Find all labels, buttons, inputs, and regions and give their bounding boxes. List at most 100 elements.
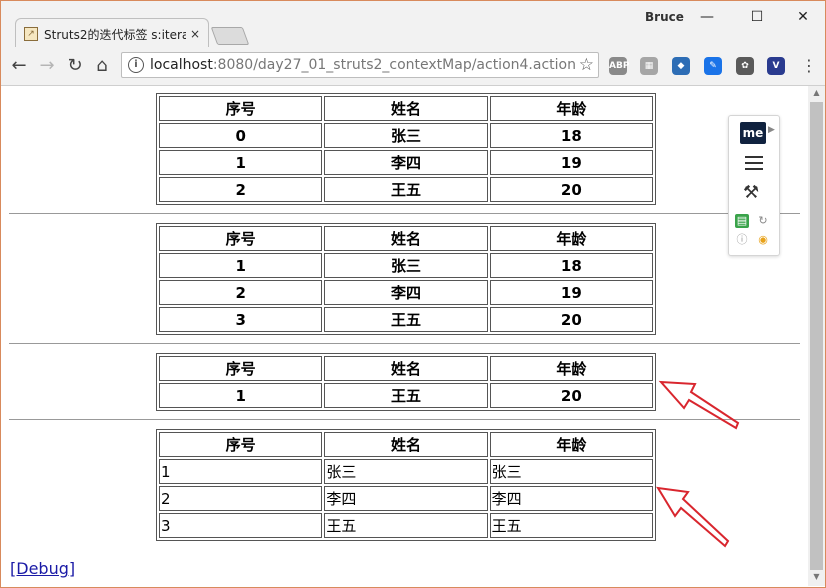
maximize-button[interactable]: ☐ (745, 7, 769, 27)
table-cell: 王五 (324, 177, 488, 202)
table-cell: 张三 (324, 459, 488, 484)
horizontal-rule (9, 343, 800, 344)
column-header: 姓名 (324, 356, 488, 381)
column-header: 序号 (159, 96, 323, 121)
iterator-table-2: 序号 姓名 年龄 1 张三 18 2 李四 19 3 王五 20 (156, 223, 656, 335)
table-cell: 18 (489, 123, 653, 148)
table-cell: 李四 (324, 150, 488, 175)
new-tab-button[interactable] (210, 27, 250, 45)
title-bar: ↗ Struts2的迭代标签 s:itera × Bruce — ☐ ✕ (1, 1, 825, 49)
grid-icon[interactable]: ▦ (640, 57, 658, 75)
table-cell: 3 (159, 513, 323, 538)
expand-arrow-icon[interactable]: ▶ (768, 125, 775, 135)
site-info-icon[interactable]: i (128, 57, 144, 73)
bookmark-star-icon[interactable]: ☆ (579, 55, 594, 75)
horizontal-rule (9, 213, 800, 214)
forward-button[interactable]: → (36, 55, 58, 77)
close-window-button[interactable]: ✕ (791, 7, 815, 27)
annotation-arrow-icon (656, 486, 730, 548)
table-header-row: 序号 姓名 年龄 (159, 96, 653, 121)
annotation-arrow-icon (658, 380, 740, 430)
column-header: 年龄 (489, 96, 653, 121)
me-logo-icon[interactable]: me (740, 122, 766, 144)
column-header: 年龄 (489, 432, 653, 457)
scroll-thumb[interactable] (810, 102, 823, 570)
table-cell: 1 (159, 150, 323, 175)
table-cell: 张三 (324, 253, 488, 278)
table-row: 1 李四 19 (159, 150, 653, 175)
iterator-table-4: 序号 姓名 年龄 1 张三 张三 2 李四 李四 3 王五 王五 (156, 429, 656, 541)
browser-toolbar: ← → ↻ ⌂ i localhost:8080/day27_01_struts… (1, 47, 825, 86)
table-header-row: 序号 姓名 年龄 (159, 356, 653, 381)
column-header: 姓名 (324, 432, 488, 457)
table-header-row: 序号 姓名 年龄 (159, 226, 653, 251)
tab-close-icon[interactable]: × (190, 27, 200, 41)
table-cell: 3 (159, 307, 323, 332)
table-cell: 王五 (324, 307, 488, 332)
table-row: 2 王五 20 (159, 177, 653, 202)
v-shield-icon[interactable]: V (767, 57, 785, 75)
table-cell: 19 (489, 150, 653, 175)
table-cell: 2 (159, 486, 323, 511)
info-icon[interactable]: ⓘ (735, 233, 749, 247)
iterator-table-1: 序号 姓名 年龄 0 张三 18 1 李四 19 2 王五 20 (156, 93, 656, 205)
column-header: 姓名 (324, 96, 488, 121)
table-row: 2 李四 李四 (159, 486, 653, 511)
table-row: 1 张三 18 (159, 253, 653, 278)
table-row: 1 张三 张三 (159, 459, 653, 484)
scroll-up-arrow-icon[interactable]: ▲ (808, 88, 825, 100)
back-button[interactable]: ← (8, 55, 30, 77)
minimize-button[interactable]: — (695, 7, 719, 27)
table-cell: 李四 (489, 486, 653, 511)
column-header: 序号 (159, 226, 323, 251)
column-header: 序号 (159, 356, 323, 381)
table-cell: 王五 (324, 383, 488, 408)
cast-icon[interactable]: ▤ (735, 214, 749, 228)
table-cell: 2 (159, 280, 323, 305)
table-row: 3 王五 王五 (159, 513, 653, 538)
eye-icon[interactable]: ◉ (756, 233, 770, 247)
adblock-plus-icon[interactable]: ABP (609, 57, 629, 75)
magic-wand-icon[interactable]: ⚒ (743, 182, 759, 203)
table-row: 2 李四 19 (159, 280, 653, 305)
refresh-icon[interactable]: ↻ (756, 214, 770, 228)
scroll-down-arrow-icon[interactable]: ▼ (808, 572, 825, 584)
browser-menu-icon[interactable]: ⋮ (801, 55, 817, 77)
home-button[interactable]: ⌂ (91, 55, 113, 77)
table-cell: 王五 (324, 513, 488, 538)
column-header: 姓名 (324, 226, 488, 251)
page-content: 序号 姓名 年龄 0 张三 18 1 李四 19 2 王五 20 序号 姓名 年… (1, 86, 807, 586)
table-cell: 1 (159, 459, 323, 484)
tab-title: Struts2的迭代标签 s:itera (44, 27, 186, 42)
table-cell: 19 (489, 280, 653, 305)
table-row: 3 王五 20 (159, 307, 653, 332)
graduation-cap-icon[interactable]: ◆ (672, 57, 690, 75)
table-cell: 张三 (324, 123, 488, 148)
profile-name[interactable]: Bruce (645, 10, 684, 24)
address-bar[interactable]: i localhost:8080/day27_01_struts2_contex… (121, 52, 599, 78)
reload-button[interactable]: ↻ (64, 55, 86, 77)
table-cell: 1 (159, 253, 323, 278)
horizontal-rule (9, 419, 800, 420)
hamburger-menu-icon[interactable] (745, 156, 763, 174)
table-cell: 18 (489, 253, 653, 278)
url-text[interactable]: localhost:8080/day27_01_struts2_contextM… (150, 57, 576, 73)
evernote-icon[interactable]: ✿ (736, 57, 754, 75)
column-header: 年龄 (489, 356, 653, 381)
page-favicon-icon: ↗ (24, 27, 38, 41)
table-cell: 李四 (324, 280, 488, 305)
extension-side-panel: me ▶ ⚒ ▤ ↻ ⓘ ◉ (728, 115, 780, 256)
vertical-scrollbar[interactable]: ▲ ▼ (808, 86, 825, 586)
table-row: 0 张三 18 (159, 123, 653, 148)
column-header: 序号 (159, 432, 323, 457)
table-cell: 1 (159, 383, 323, 408)
table-row: 1 王五 20 (159, 383, 653, 408)
edit-square-icon[interactable]: ✎ (704, 57, 722, 75)
iterator-table-3: 序号 姓名 年龄 1 王五 20 (156, 353, 656, 411)
table-cell: 20 (489, 383, 653, 408)
browser-tab[interactable]: ↗ Struts2的迭代标签 s:itera × (15, 18, 209, 49)
table-cell: 20 (489, 177, 653, 202)
table-cell: 李四 (324, 486, 488, 511)
table-cell: 0 (159, 123, 323, 148)
debug-link[interactable]: [Debug] (10, 559, 75, 578)
